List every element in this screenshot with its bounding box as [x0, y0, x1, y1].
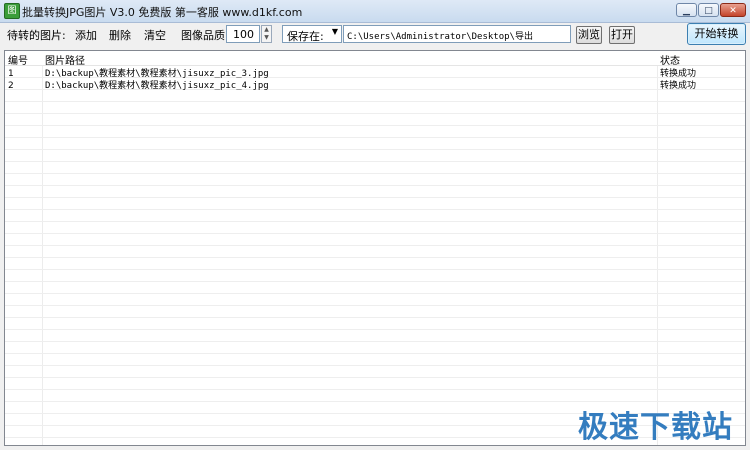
close-button[interactable]: ✕	[720, 3, 746, 17]
add-button[interactable]: 添加	[75, 27, 97, 43]
open-button[interactable]: 打开	[609, 26, 635, 44]
list-header: 编号 图片路径 状态	[5, 51, 745, 67]
row-status: 转换成功	[660, 69, 697, 79]
title-bar: 图 批量转换JPG图片 V3.0 免费版 第一客服 www.d1kf.com ▁…	[0, 0, 750, 23]
row-path: D:\backup\教程素材\教程素材\jisuxz_pic_4.jpg	[45, 81, 269, 91]
save-location-select[interactable]: 保存在: ▼	[282, 25, 342, 43]
column-header-id[interactable]: 编号	[8, 52, 28, 67]
row-path: D:\backup\教程素材\教程素材\jisuxz_pic_3.jpg	[45, 69, 269, 79]
save-location-value: 保存在:	[287, 30, 324, 43]
stepper-up-icon[interactable]: ▲	[262, 26, 271, 34]
browse-button[interactable]: 浏览	[576, 26, 602, 44]
row-status: 转换成功	[660, 81, 697, 91]
row-id: 2	[8, 81, 14, 91]
column-header-status[interactable]: 状态	[660, 52, 680, 67]
window-title: 批量转换JPG图片 V3.0 免费版 第一客服 www.d1kf.com	[22, 6, 303, 19]
quality-stepper[interactable]: ▲ ▼	[261, 25, 272, 43]
list-body: 1 D:\backup\教程素材\教程素材\jisuxz_pic_3.jpg 转…	[5, 66, 745, 445]
clear-button[interactable]: 清空	[144, 27, 166, 43]
output-path-field[interactable]: C:\Users\Administrator\Desktop\导出	[343, 25, 571, 43]
delete-button[interactable]: 删除	[109, 27, 131, 43]
table-row[interactable]: 1 D:\backup\教程素材\教程素材\jisuxz_pic_3.jpg 转…	[5, 68, 745, 80]
stepper-down-icon[interactable]: ▼	[262, 34, 271, 42]
row-id: 1	[8, 69, 14, 79]
maximize-button[interactable]: □	[698, 3, 719, 17]
toolbar: 待转的图片: 添加 删除 清空 图像品质: 100 ▲ ▼ 保存在: ▼ C:\…	[0, 23, 750, 47]
quality-input[interactable]: 100	[226, 25, 260, 43]
start-convert-button[interactable]: 开始转换	[687, 23, 746, 45]
app-icon: 图	[4, 3, 20, 19]
chevron-down-icon: ▼	[331, 27, 338, 36]
pending-images-label: 待转的图片:	[7, 29, 66, 42]
minimize-button[interactable]: ▁	[676, 3, 697, 17]
table-row[interactable]: 2 D:\backup\教程素材\教程素材\jisuxz_pic_4.jpg 转…	[5, 80, 745, 92]
watermark-logo: 极速下载站	[578, 410, 733, 445]
image-quality-label: 图像品质:	[181, 29, 229, 42]
file-list[interactable]: 编号 图片路径 状态 1 D:\backup\教程素材\教程素材\jisuxz_…	[4, 50, 746, 446]
column-header-path[interactable]: 图片路径	[45, 52, 85, 67]
